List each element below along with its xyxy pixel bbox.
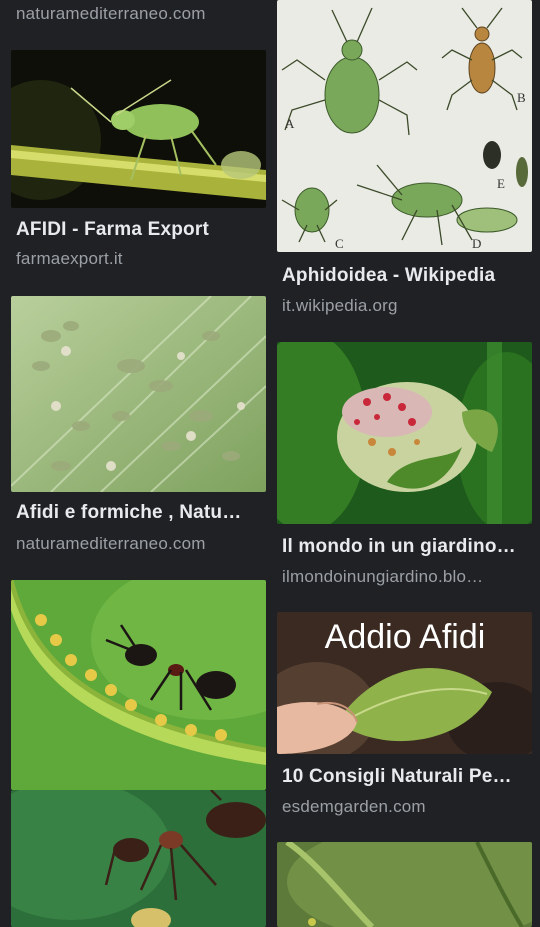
- result-thumbnail[interactable]: A B C D E: [277, 0, 532, 252]
- result-source[interactable]: naturamediterraneo.com: [16, 4, 262, 24]
- result-source[interactable]: it.wikipedia.org: [282, 296, 528, 316]
- result-card-consigli[interactable]: Addio Afidi 10 Consigli Naturali Pe… esd…: [277, 612, 532, 827]
- result-source[interactable]: naturamediterraneo.com: [16, 534, 262, 554]
- figure-label-e: E: [497, 176, 505, 191]
- result-card-farma-export[interactable]: AFIDI - Farma Export farmaexport.it: [11, 50, 266, 280]
- aphid-photo-icon: [11, 50, 266, 208]
- result-thumbnail[interactable]: [277, 842, 532, 927]
- result-title[interactable]: Aphidoidea - Wikipedia: [282, 265, 528, 287]
- aphid-colony-photo-icon: [11, 296, 266, 492]
- result-thumbnail[interactable]: [11, 296, 266, 492]
- aphid-illustration-icon: A B C D E: [277, 0, 532, 252]
- result-title[interactable]: AFIDI - Farma Export: [16, 219, 262, 241]
- result-title[interactable]: Il mondo in un giardino…: [282, 536, 528, 558]
- figure-label-c: C: [335, 236, 344, 251]
- figure-label-d: D: [472, 236, 481, 251]
- ant-photo-icon: [11, 790, 266, 927]
- result-source[interactable]: ilmondoinungiardino.blo…: [282, 567, 528, 587]
- result-card-afidi-formiche[interactable]: Afidi e formiche , Natu… naturamediterra…: [11, 296, 266, 566]
- result-title[interactable]: 10 Consigli Naturali Pe…: [282, 766, 528, 788]
- result-card-wikipedia[interactable]: A B C D E Aphidoidea - Wikipedia it.wiki…: [277, 0, 532, 325]
- figure-label-a: A: [285, 116, 295, 131]
- result-card-partial[interactable]: [277, 842, 532, 927]
- ant-photo-icon: [11, 580, 266, 790]
- figure-label-b: B: [517, 90, 526, 105]
- result-thumbnail[interactable]: Addio Afidi: [277, 612, 532, 754]
- plant-photo-icon: [277, 842, 532, 927]
- result-thumbnail[interactable]: [11, 580, 266, 790]
- result-source[interactable]: farmaexport.it: [16, 249, 262, 269]
- result-title[interactable]: Afidi e formiche , Natu…: [16, 502, 262, 524]
- result-source[interactable]: esdemgarden.com: [282, 797, 528, 817]
- aphid-leaf-hand-photo-icon: Addio Afidi: [277, 612, 532, 754]
- result-thumbnail[interactable]: [277, 342, 532, 524]
- result-card-ants[interactable]: [11, 580, 266, 927]
- result-thumbnail[interactable]: [11, 790, 266, 927]
- image-overlay-title: Addio Afidi: [325, 618, 486, 656]
- result-thumbnail[interactable]: [11, 50, 266, 208]
- aphid-bud-photo-icon: [277, 342, 532, 524]
- result-card-il-mondo[interactable]: Il mondo in un giardino… ilmondoinungiar…: [277, 342, 532, 597]
